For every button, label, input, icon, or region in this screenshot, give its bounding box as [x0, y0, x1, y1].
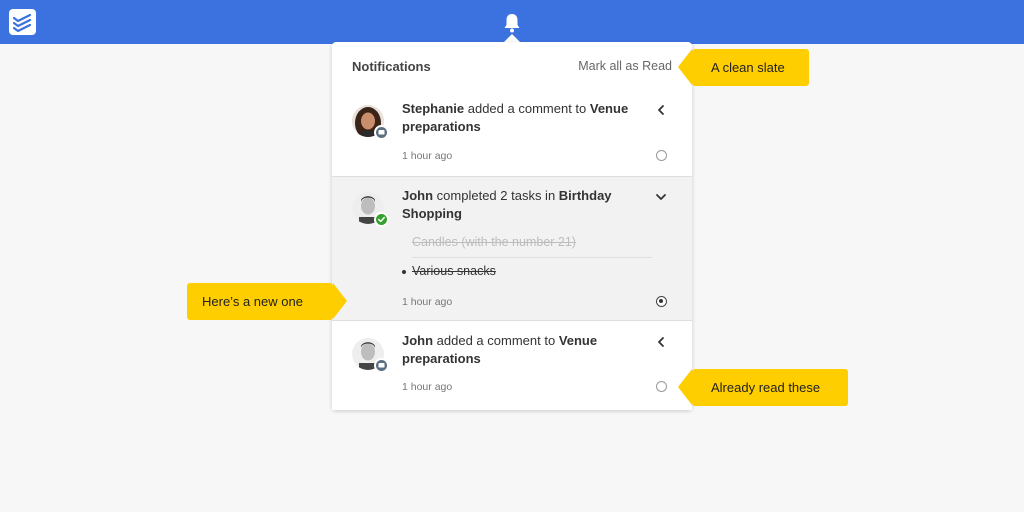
completed-task: Various snacks: [412, 264, 496, 278]
chevron-down-icon[interactable]: [654, 190, 668, 204]
callout-clean-slate: A clean slate: [678, 49, 809, 86]
comment-icon: [374, 125, 389, 140]
notification-action: completed 2 tasks in: [433, 188, 559, 203]
stacked-checks-icon[interactable]: [9, 9, 36, 35]
notification-item[interactable]: John completed 2 tasks in Birthday Shopp…: [332, 176, 692, 321]
actor-name: John: [402, 333, 434, 348]
panel-caret: [504, 34, 520, 42]
timestamp: 1 hour ago: [402, 381, 453, 393]
chevron-left-icon[interactable]: [654, 335, 668, 349]
timestamp: 1 hour ago: [402, 296, 453, 308]
notification-action: added a comment to: [433, 333, 559, 348]
notification-action: added a comment to: [464, 101, 590, 116]
chevron-left-icon[interactable]: [654, 103, 668, 117]
completed-task: Candles (with the number 21): [412, 235, 576, 249]
timestamp: 1 hour ago: [402, 150, 453, 162]
avatar: [352, 192, 389, 227]
avatar: [352, 338, 389, 373]
notification-item[interactable]: John added a comment to Venue preparatio…: [332, 321, 692, 410]
read-status-icon[interactable]: [656, 150, 667, 161]
actor-name: Stephanie: [402, 101, 465, 116]
avatar: [352, 105, 389, 140]
notification-text: Stephanie added a comment to Venue prepa…: [402, 100, 650, 136]
panel-title: Notifications: [352, 59, 431, 74]
notifications-panel: Notifications Mark all as Read Stephanie…: [332, 42, 692, 410]
actor-name: John: [402, 188, 434, 203]
callout-text: Here’s a new one: [202, 294, 303, 309]
bullet-icon: [402, 270, 406, 274]
callout-text: A clean slate: [711, 60, 785, 75]
read-status-icon[interactable]: [656, 381, 667, 392]
panel-header: Notifications Mark all as Read: [332, 42, 692, 92]
callout-already-read: Already read these: [678, 369, 848, 406]
comment-icon: [374, 358, 389, 373]
mark-all-read-button[interactable]: Mark all as Read: [578, 59, 672, 73]
check-icon: [374, 212, 389, 227]
callout-text: Already read these: [711, 380, 821, 395]
unread-status-icon[interactable]: [656, 296, 667, 307]
divider: [412, 257, 652, 258]
callout-new-one: Here’s a new one: [187, 283, 347, 320]
bell-icon[interactable]: [503, 12, 521, 34]
notification-text: John completed 2 tasks in Birthday Shopp…: [402, 187, 650, 223]
notification-item[interactable]: Stephanie added a comment to Venue prepa…: [332, 92, 692, 176]
notification-text: John added a comment to Venue preparatio…: [402, 332, 650, 368]
